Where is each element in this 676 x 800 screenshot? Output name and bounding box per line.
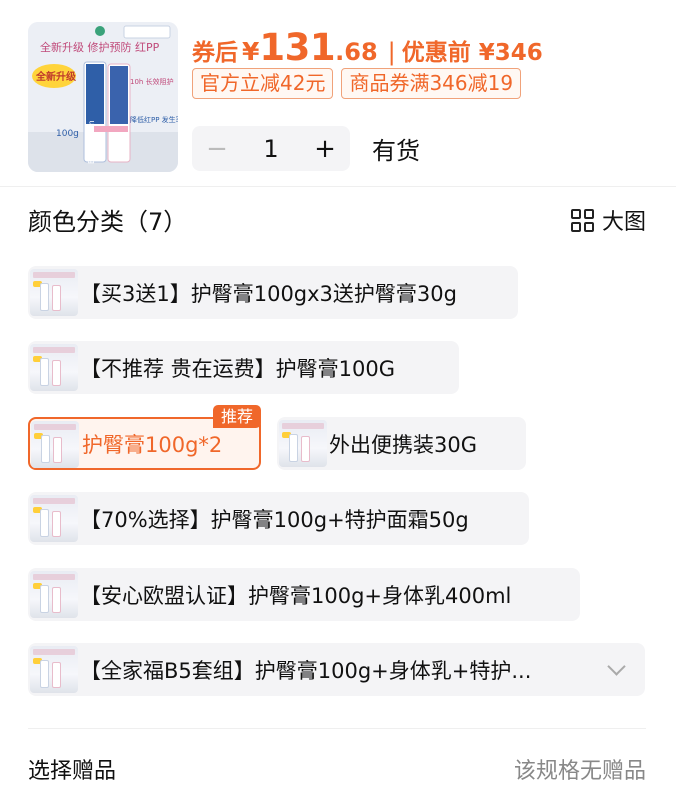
price-integer: 131 — [259, 26, 336, 69]
gift-section-label: 选择赠品 — [28, 759, 117, 784]
variant-thumbnail — [31, 421, 79, 468]
image-feature1: 10h 长效阻护 — [130, 77, 174, 86]
variant-thumbnail — [30, 344, 78, 391]
price-label: 券后 — [192, 40, 238, 66]
variant-label: 【全家福B5套组】护臀膏100g+身体乳+特护... — [80, 658, 532, 683]
variant-label: 【70%选择】护臀膏100g+特护面霜50g — [80, 507, 469, 532]
image-brand: Bepanthen — [87, 120, 96, 164]
variant-option[interactable]: 【买3送1】护臀膏100gx3送护臀膏30g — [28, 266, 518, 319]
divider — [28, 728, 646, 729]
variant-option[interactable]: 外出便携装30G — [277, 417, 526, 470]
price-line: 券后 ¥ 131 .68 | 优惠前 ¥346 — [192, 26, 543, 69]
variant-option[interactable]: 【不推荐 贵在运费】护臀膏100G — [28, 341, 459, 394]
image-size: 100g — [56, 129, 79, 139]
image-feature2: 降低红PP 发生率70% — [130, 115, 178, 124]
price-separator: | — [387, 38, 396, 66]
image-tagline: 全新升级 修护预防 红PP — [40, 40, 160, 54]
image-badge: 全新升级 — [35, 70, 77, 83]
variant-thumbnail — [30, 571, 78, 618]
divider — [0, 186, 676, 187]
grid-view-icon — [570, 208, 594, 232]
variant-option[interactable]: 【70%选择】护臀膏100g+特护面霜50g — [28, 492, 529, 545]
quantity-value[interactable]: 1 — [242, 135, 300, 163]
variant-thumbnail — [30, 269, 78, 316]
variant-label: 【买3送1】护臀膏100gx3送护臀膏30g — [80, 281, 457, 306]
original-price: 优惠前 ¥346 — [401, 40, 543, 66]
price-decimal: .68 — [335, 38, 378, 66]
variant-label: 护臀膏100g*2 — [82, 432, 223, 457]
product-image[interactable]: 全新升级 修护预防 红PP 全新升级 10h 长效阻护 降低红PP 发生率70%… — [28, 22, 178, 172]
product-image-art: 全新升级 修护预防 红PP 全新升级 10h 长效阻护 降低红PP 发生率70%… — [28, 22, 178, 172]
coupon-tag[interactable]: 商品券满346减19 — [341, 68, 522, 99]
stock-status: 有货 — [372, 137, 420, 165]
currency-symbol: ¥ — [242, 37, 260, 66]
quantity-stepper: − 1 + — [192, 126, 350, 171]
chevron-down-icon[interactable] — [607, 657, 626, 676]
variant-option-selected[interactable]: 护臀膏100g*2 推荐 — [28, 405, 261, 470]
coupon-list: 官方立减42元 商品券满346减19 — [192, 68, 522, 99]
decrement-button[interactable]: − — [192, 134, 242, 164]
variant-thumbnail — [279, 420, 327, 467]
variant-thumbnail — [30, 495, 78, 542]
increment-button[interactable]: + — [300, 134, 350, 164]
variant-section-title: 颜色分类（7） — [28, 208, 188, 236]
big-view-toggle[interactable]: 大图 — [570, 204, 646, 236]
gift-section-value[interactable]: 该规格无赠品 — [514, 753, 646, 785]
variant-label: 【安心欧盟认证】护臀膏100g+身体乳400ml — [80, 583, 512, 608]
variant-label: 外出便携装30G — [329, 432, 477, 457]
big-view-label: 大图 — [601, 210, 646, 235]
recommend-badge: 推荐 — [212, 405, 261, 428]
variant-option[interactable]: 【全家福B5套组】护臀膏100g+身体乳+特护... — [28, 643, 645, 696]
variant-option[interactable]: 【安心欧盟认证】护臀膏100g+身体乳400ml — [28, 568, 580, 621]
variant-thumbnail — [30, 646, 78, 693]
variant-label: 【不推荐 贵在运费】护臀膏100G — [80, 356, 396, 381]
coupon-tag[interactable]: 官方立减42元 — [192, 68, 334, 99]
